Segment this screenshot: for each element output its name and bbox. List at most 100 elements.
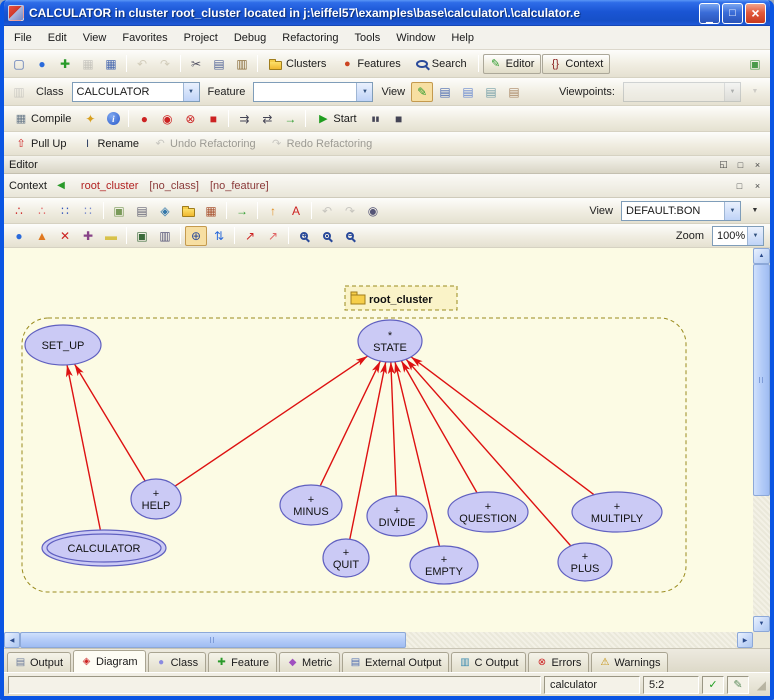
context-button[interactable]: {}Context (542, 54, 610, 74)
copy-icon[interactable]: ▤ (208, 54, 230, 74)
new-item-icon[interactable]: ✚ (54, 54, 76, 74)
save-all-icon[interactable]: ▦ (100, 54, 122, 74)
stop-icon[interactable]: ■ (388, 109, 410, 129)
interface-view-icon[interactable]: ▤ (480, 82, 502, 102)
step-into-icon[interactable]: ⇄ (256, 109, 278, 129)
class-node-CALCULATOR[interactable]: CALCULATOR (42, 530, 166, 566)
zoom-out-icon[interactable] (339, 226, 361, 246)
force-layout-icon[interactable]: ▦ (200, 201, 222, 221)
pause-icon[interactable]: ▮▮ (365, 109, 387, 129)
breakpoints-icon[interactable]: ■ (202, 109, 224, 129)
class-combo[interactable]: CALCULATOR▼ (72, 82, 200, 102)
open-project-icon[interactable]: ● (31, 54, 53, 74)
menu-debug[interactable]: Debug (226, 28, 274, 48)
run-debug-icon[interactable]: ● (133, 109, 155, 129)
class-node-SET_UP[interactable]: SET_UP (25, 325, 101, 365)
pull-up-button[interactable]: ⇧Pull Up (8, 134, 73, 154)
flat-view-icon[interactable]: ▤ (434, 82, 456, 102)
fit-to-screen-icon[interactable]: ▣ (131, 226, 153, 246)
compile-button[interactable]: ▦Compile (8, 109, 78, 129)
view-dropdown-button[interactable]: ▼ (744, 201, 766, 221)
delete-icon[interactable]: ✕ (54, 226, 76, 246)
chevron-down-icon[interactable]: ▼ (356, 83, 372, 101)
tab-c-output[interactable]: ▥C Output (451, 652, 526, 672)
history-up-icon[interactable]: ↑ (262, 201, 284, 221)
cut-icon[interactable]: ✂ (185, 54, 207, 74)
export-image-icon[interactable]: ▣ (108, 201, 130, 221)
history-back-icon[interactable]: ◀ (50, 176, 72, 196)
title-bar[interactable]: CALCULATOR in cluster root_cluster locat… (4, 0, 770, 26)
run-to-cursor-icon[interactable]: → (279, 109, 301, 129)
vertical-scroll-track[interactable] (753, 264, 770, 616)
close-button[interactable]: × (745, 3, 766, 24)
class-node-PLUS[interactable]: +PLUS (558, 543, 612, 581)
ancestors-view-icon[interactable]: ▤ (503, 82, 525, 102)
inheritance-arrow-DIVIDE-STATE[interactable] (391, 362, 396, 496)
class-node-QUESTION[interactable]: +QUESTION (448, 492, 528, 532)
menu-window[interactable]: Window (388, 28, 443, 48)
menu-tools[interactable]: Tools (347, 28, 389, 48)
tab-warnings[interactable]: ⚠Warnings (591, 652, 668, 672)
freeze-icon[interactable]: ✦ (79, 109, 101, 129)
clusters-button[interactable]: Clusters (262, 54, 333, 74)
menu-help[interactable]: Help (443, 28, 482, 48)
client-supplier-link-icon[interactable]: ● (8, 226, 30, 246)
zoom-in-icon[interactable] (293, 226, 315, 246)
close-pane-button[interactable]: × (750, 158, 765, 172)
undock-pane-button[interactable]: ◱ (716, 158, 731, 172)
layout-diagram-icon[interactable]: ◈ (154, 201, 176, 221)
inheritance-link-icon[interactable]: ▲ (31, 226, 53, 246)
horizontal-scroll-track[interactable] (20, 632, 737, 648)
cluster-relations-icon[interactable]: ∴ (31, 201, 53, 221)
tab-metric[interactable]: ◆Metric (279, 652, 340, 672)
zoom-fit-icon[interactable] (316, 226, 338, 246)
start-button[interactable]: ▶Start (310, 109, 363, 129)
class-node-STATE[interactable]: *STATE (358, 320, 422, 362)
chevron-down-icon[interactable]: ▼ (183, 83, 199, 101)
paste-icon[interactable]: ▥ (231, 54, 253, 74)
eraser-icon[interactable]: ▬ (100, 226, 122, 246)
scroll-up-button[interactable]: ▲ (753, 248, 770, 264)
minimize-button[interactable]: ▁ (699, 3, 720, 24)
print-diagram-icon[interactable]: ▤ (131, 201, 153, 221)
external-commands-icon[interactable]: ▣ (744, 54, 766, 74)
anchor-icon[interactable]: ✚ (77, 226, 99, 246)
close-context-button[interactable]: × (750, 179, 765, 193)
feature-combo[interactable]: ▼ (253, 82, 373, 102)
text-tool-icon[interactable]: A (285, 201, 307, 221)
menu-view[interactable]: View (75, 28, 115, 48)
chevron-down-icon[interactable]: ▼ (747, 227, 763, 245)
debug-options-icon[interactable]: ◉ (156, 109, 178, 129)
stop-debug-icon[interactable]: ⊗ (179, 109, 201, 129)
inheritance-arrow-MINUS-STATE[interactable] (320, 361, 380, 486)
project-info-icon[interactable] (102, 109, 124, 129)
vertical-scroll-thumb[interactable] (753, 264, 770, 496)
diagram-canvas[interactable]: root_clusterSET_UP*STATE+HELPCALCULATOR+… (4, 248, 753, 632)
menu-project[interactable]: Project (176, 28, 226, 48)
zoom-combo[interactable]: 100%▼ (712, 226, 764, 246)
menu-favorites[interactable]: Favorites (114, 28, 175, 48)
class-node-HELP[interactable]: +HELP (131, 479, 181, 519)
maximize-context-button[interactable]: □ (732, 179, 747, 193)
toggle-quality-icon[interactable]: ▥ (154, 226, 176, 246)
class-node-EMPTY[interactable]: +EMPTY (410, 546, 478, 584)
tab-class[interactable]: ●Class (148, 652, 207, 672)
maximize-button[interactable]: □ (722, 3, 743, 24)
horizontal-scroll-thumb[interactable] (20, 632, 406, 648)
contract-view-icon[interactable]: ▤ (457, 82, 479, 102)
menu-file[interactable]: File (6, 28, 40, 48)
expand-links-icon[interactable]: ∷ (77, 201, 99, 221)
class-node-QUIT[interactable]: +QUIT (323, 539, 369, 577)
center-diagram-icon[interactable]: ⊕ (185, 226, 207, 246)
tab-external-output[interactable]: ▤External Output (342, 652, 449, 672)
editor-view-icon[interactable]: ✎ (411, 82, 433, 102)
tab-output[interactable]: ▤Output (7, 652, 71, 672)
crop-diagram-icon[interactable]: ∷ (54, 201, 76, 221)
features-button[interactable]: ●Features (334, 54, 407, 74)
scroll-down-button[interactable]: ▼ (753, 616, 770, 632)
step-over-icon[interactable]: ⇉ (233, 109, 255, 129)
snapshot-icon[interactable]: ◉ (362, 201, 384, 221)
horizontal-scrollbar[interactable]: ◀ ▶ (4, 632, 753, 648)
diagram-view-combo[interactable]: DEFAULT:BON▼ (621, 201, 741, 221)
tab-feature[interactable]: ✚Feature (208, 652, 277, 672)
